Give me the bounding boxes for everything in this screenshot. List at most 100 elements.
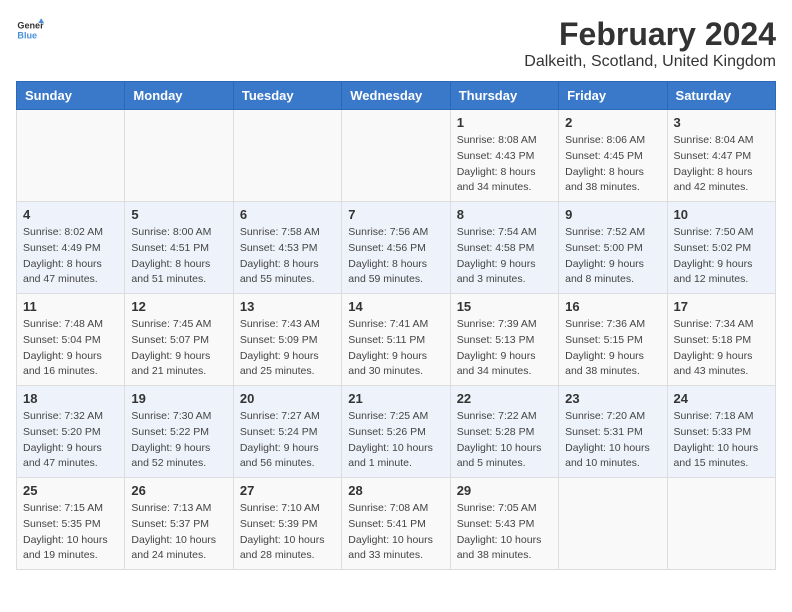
calendar-week-5: 25Sunrise: 7:15 AMSunset: 5:35 PMDayligh…	[17, 478, 776, 570]
day-number: 26	[131, 483, 226, 498]
calendar-week-1: 1 Sunrise: 8:08 AMSunset: 4:43 PMDaylight…	[17, 110, 776, 202]
calendar-cell: 5 Sunrise: 8:00 AMSunset: 4:51 PMDaylight…	[125, 202, 233, 294]
header-thursday: Thursday	[450, 82, 558, 110]
header-saturday: Saturday	[667, 82, 775, 110]
calendar-cell: 26 Sunrise: 7:13 AMSunset: 5:37 PMDayligh…	[125, 478, 233, 570]
day-number: 7	[348, 207, 443, 222]
day-info: Sunrise: 8:08 AMSunset: 4:43 PMDaylight:…	[457, 133, 552, 196]
day-info: Sunrise: 7:39 AMSunset: 5:13 PMDaylight:…	[457, 317, 552, 380]
calendar-cell: 27Sunrise: 7:10 AMSunset: 5:39 PMDayligh…	[233, 478, 341, 570]
day-number: 18	[23, 391, 118, 406]
day-number: 14	[348, 299, 443, 314]
day-info: Sunrise: 7:36 AMSunset: 5:15 PMDaylight:…	[565, 317, 660, 380]
day-info: Sunrise: 8:02 AMSunset: 4:49 PMDaylight:…	[23, 225, 118, 288]
day-info: Sunrise: 7:05 AMSunset: 5:43 PMDaylight:…	[457, 501, 552, 564]
day-number: 3	[674, 115, 769, 130]
page-header: General Blue February 2024 Dalkeith, Sco…	[16, 16, 776, 71]
day-number: 23	[565, 391, 660, 406]
calendar-cell: 20Sunrise: 7:27 AMSunset: 5:24 PMDayligh…	[233, 386, 341, 478]
calendar-cell: 10Sunrise: 7:50 AMSunset: 5:02 PMDayligh…	[667, 202, 775, 294]
day-info: Sunrise: 7:25 AMSunset: 5:26 PMDaylight:…	[348, 409, 443, 472]
calendar-cell: 19 Sunrise: 7:30 AMSunset: 5:22 PMDayligh…	[125, 386, 233, 478]
calendar-cell: 2 Sunrise: 8:06 AMSunset: 4:45 PMDaylight…	[559, 110, 667, 202]
day-number: 10	[674, 207, 769, 222]
svg-text:Blue: Blue	[17, 30, 37, 40]
calendar-cell: 11Sunrise: 7:48 AMSunset: 5:04 PMDayligh…	[17, 294, 125, 386]
calendar-cell	[233, 110, 341, 202]
day-number: 6	[240, 207, 335, 222]
day-number: 9	[565, 207, 660, 222]
calendar-week-2: 4Sunrise: 8:02 AMSunset: 4:49 PMDaylight…	[17, 202, 776, 294]
logo-icon: General Blue	[16, 16, 44, 44]
day-info: Sunrise: 7:10 AMSunset: 5:39 PMDaylight:…	[240, 501, 335, 564]
day-number: 19	[131, 391, 226, 406]
calendar-title: February 2024	[524, 16, 776, 53]
calendar-cell	[17, 110, 125, 202]
calendar-cell: 3 Sunrise: 8:04 AMSunset: 4:47 PMDaylight…	[667, 110, 775, 202]
day-number: 17	[674, 299, 769, 314]
calendar-cell	[342, 110, 450, 202]
calendar-header-row: SundayMondayTuesdayWednesdayThursdayFrid…	[17, 82, 776, 110]
header-tuesday: Tuesday	[233, 82, 341, 110]
calendar-cell: 1 Sunrise: 8:08 AMSunset: 4:43 PMDaylight…	[450, 110, 558, 202]
calendar-cell: 4Sunrise: 8:02 AMSunset: 4:49 PMDaylight…	[17, 202, 125, 294]
calendar-cell: 21 Sunrise: 7:25 AMSunset: 5:26 PMDayligh…	[342, 386, 450, 478]
day-info: Sunrise: 7:56 AMSunset: 4:56 PMDaylight:…	[348, 225, 443, 288]
calendar-cell: 14 Sunrise: 7:41 AMSunset: 5:11 PMDayligh…	[342, 294, 450, 386]
day-number: 21	[348, 391, 443, 406]
day-number: 16	[565, 299, 660, 314]
day-number: 13	[240, 299, 335, 314]
header-friday: Friday	[559, 82, 667, 110]
day-info: Sunrise: 7:52 AMSunset: 5:00 PMDaylight:…	[565, 225, 660, 288]
day-info: Sunrise: 7:20 AMSunset: 5:31 PMDaylight:…	[565, 409, 660, 472]
day-info: Sunrise: 8:00 AMSunset: 4:51 PMDaylight:…	[131, 225, 226, 288]
day-info: Sunrise: 7:34 AMSunset: 5:18 PMDaylight:…	[674, 317, 769, 380]
calendar-cell: 24 Sunrise: 7:18 AMSunset: 5:33 PMDayligh…	[667, 386, 775, 478]
day-info: Sunrise: 7:43 AMSunset: 5:09 PMDaylight:…	[240, 317, 335, 380]
day-number: 5	[131, 207, 226, 222]
calendar-table: SundayMondayTuesdayWednesdayThursdayFrid…	[16, 81, 776, 570]
day-info: Sunrise: 7:13 AMSunset: 5:37 PMDaylight:…	[131, 501, 226, 564]
header-sunday: Sunday	[17, 82, 125, 110]
title-section: February 2024 Dalkeith, Scotland, United…	[524, 16, 776, 71]
day-info: Sunrise: 7:08 AMSunset: 5:41 PMDaylight:…	[348, 501, 443, 564]
day-number: 25	[23, 483, 118, 498]
calendar-cell	[125, 110, 233, 202]
calendar-cell: 7 Sunrise: 7:56 AMSunset: 4:56 PMDaylight…	[342, 202, 450, 294]
day-number: 11	[23, 299, 118, 314]
header-monday: Monday	[125, 82, 233, 110]
day-number: 24	[674, 391, 769, 406]
calendar-cell: 29 Sunrise: 7:05 AMSunset: 5:43 PMDayligh…	[450, 478, 558, 570]
day-number: 28	[348, 483, 443, 498]
calendar-cell	[667, 478, 775, 570]
calendar-cell: 28 Sunrise: 7:08 AMSunset: 5:41 PMDayligh…	[342, 478, 450, 570]
day-info: Sunrise: 7:41 AMSunset: 5:11 PMDaylight:…	[348, 317, 443, 380]
calendar-cell: 15 Sunrise: 7:39 AMSunset: 5:13 PMDayligh…	[450, 294, 558, 386]
day-number: 15	[457, 299, 552, 314]
calendar-week-3: 11Sunrise: 7:48 AMSunset: 5:04 PMDayligh…	[17, 294, 776, 386]
calendar-cell: 6Sunrise: 7:58 AMSunset: 4:53 PMDaylight…	[233, 202, 341, 294]
calendar-cell: 18 Sunrise: 7:32 AMSunset: 5:20 PMDayligh…	[17, 386, 125, 478]
calendar-cell: 25Sunrise: 7:15 AMSunset: 5:35 PMDayligh…	[17, 478, 125, 570]
day-info: Sunrise: 8:06 AMSunset: 4:45 PMDaylight:…	[565, 133, 660, 196]
calendar-cell: 13 Sunrise: 7:43 AMSunset: 5:09 PMDayligh…	[233, 294, 341, 386]
day-number: 1	[457, 115, 552, 130]
header-wednesday: Wednesday	[342, 82, 450, 110]
day-number: 12	[131, 299, 226, 314]
day-number: 22	[457, 391, 552, 406]
calendar-cell: 23 Sunrise: 7:20 AMSunset: 5:31 PMDayligh…	[559, 386, 667, 478]
calendar-cell: 17 Sunrise: 7:34 AMSunset: 5:18 PMDayligh…	[667, 294, 775, 386]
day-info: Sunrise: 8:04 AMSunset: 4:47 PMDaylight:…	[674, 133, 769, 196]
day-info: Sunrise: 7:45 AMSunset: 5:07 PMDaylight:…	[131, 317, 226, 380]
day-number: 29	[457, 483, 552, 498]
day-info: Sunrise: 7:18 AMSunset: 5:33 PMDaylight:…	[674, 409, 769, 472]
day-number: 2	[565, 115, 660, 130]
day-info: Sunrise: 7:30 AMSunset: 5:22 PMDaylight:…	[131, 409, 226, 472]
day-info: Sunrise: 7:27 AMSunset: 5:24 PMDaylight:…	[240, 409, 335, 472]
calendar-cell: 22Sunrise: 7:22 AMSunset: 5:28 PMDayligh…	[450, 386, 558, 478]
calendar-cell: 16 Sunrise: 7:36 AMSunset: 5:15 PMDayligh…	[559, 294, 667, 386]
calendar-subtitle: Dalkeith, Scotland, United Kingdom	[524, 53, 776, 71]
day-number: 8	[457, 207, 552, 222]
calendar-cell: 9 Sunrise: 7:52 AMSunset: 5:00 PMDaylight…	[559, 202, 667, 294]
day-info: Sunrise: 7:32 AMSunset: 5:20 PMDaylight:…	[23, 409, 118, 472]
